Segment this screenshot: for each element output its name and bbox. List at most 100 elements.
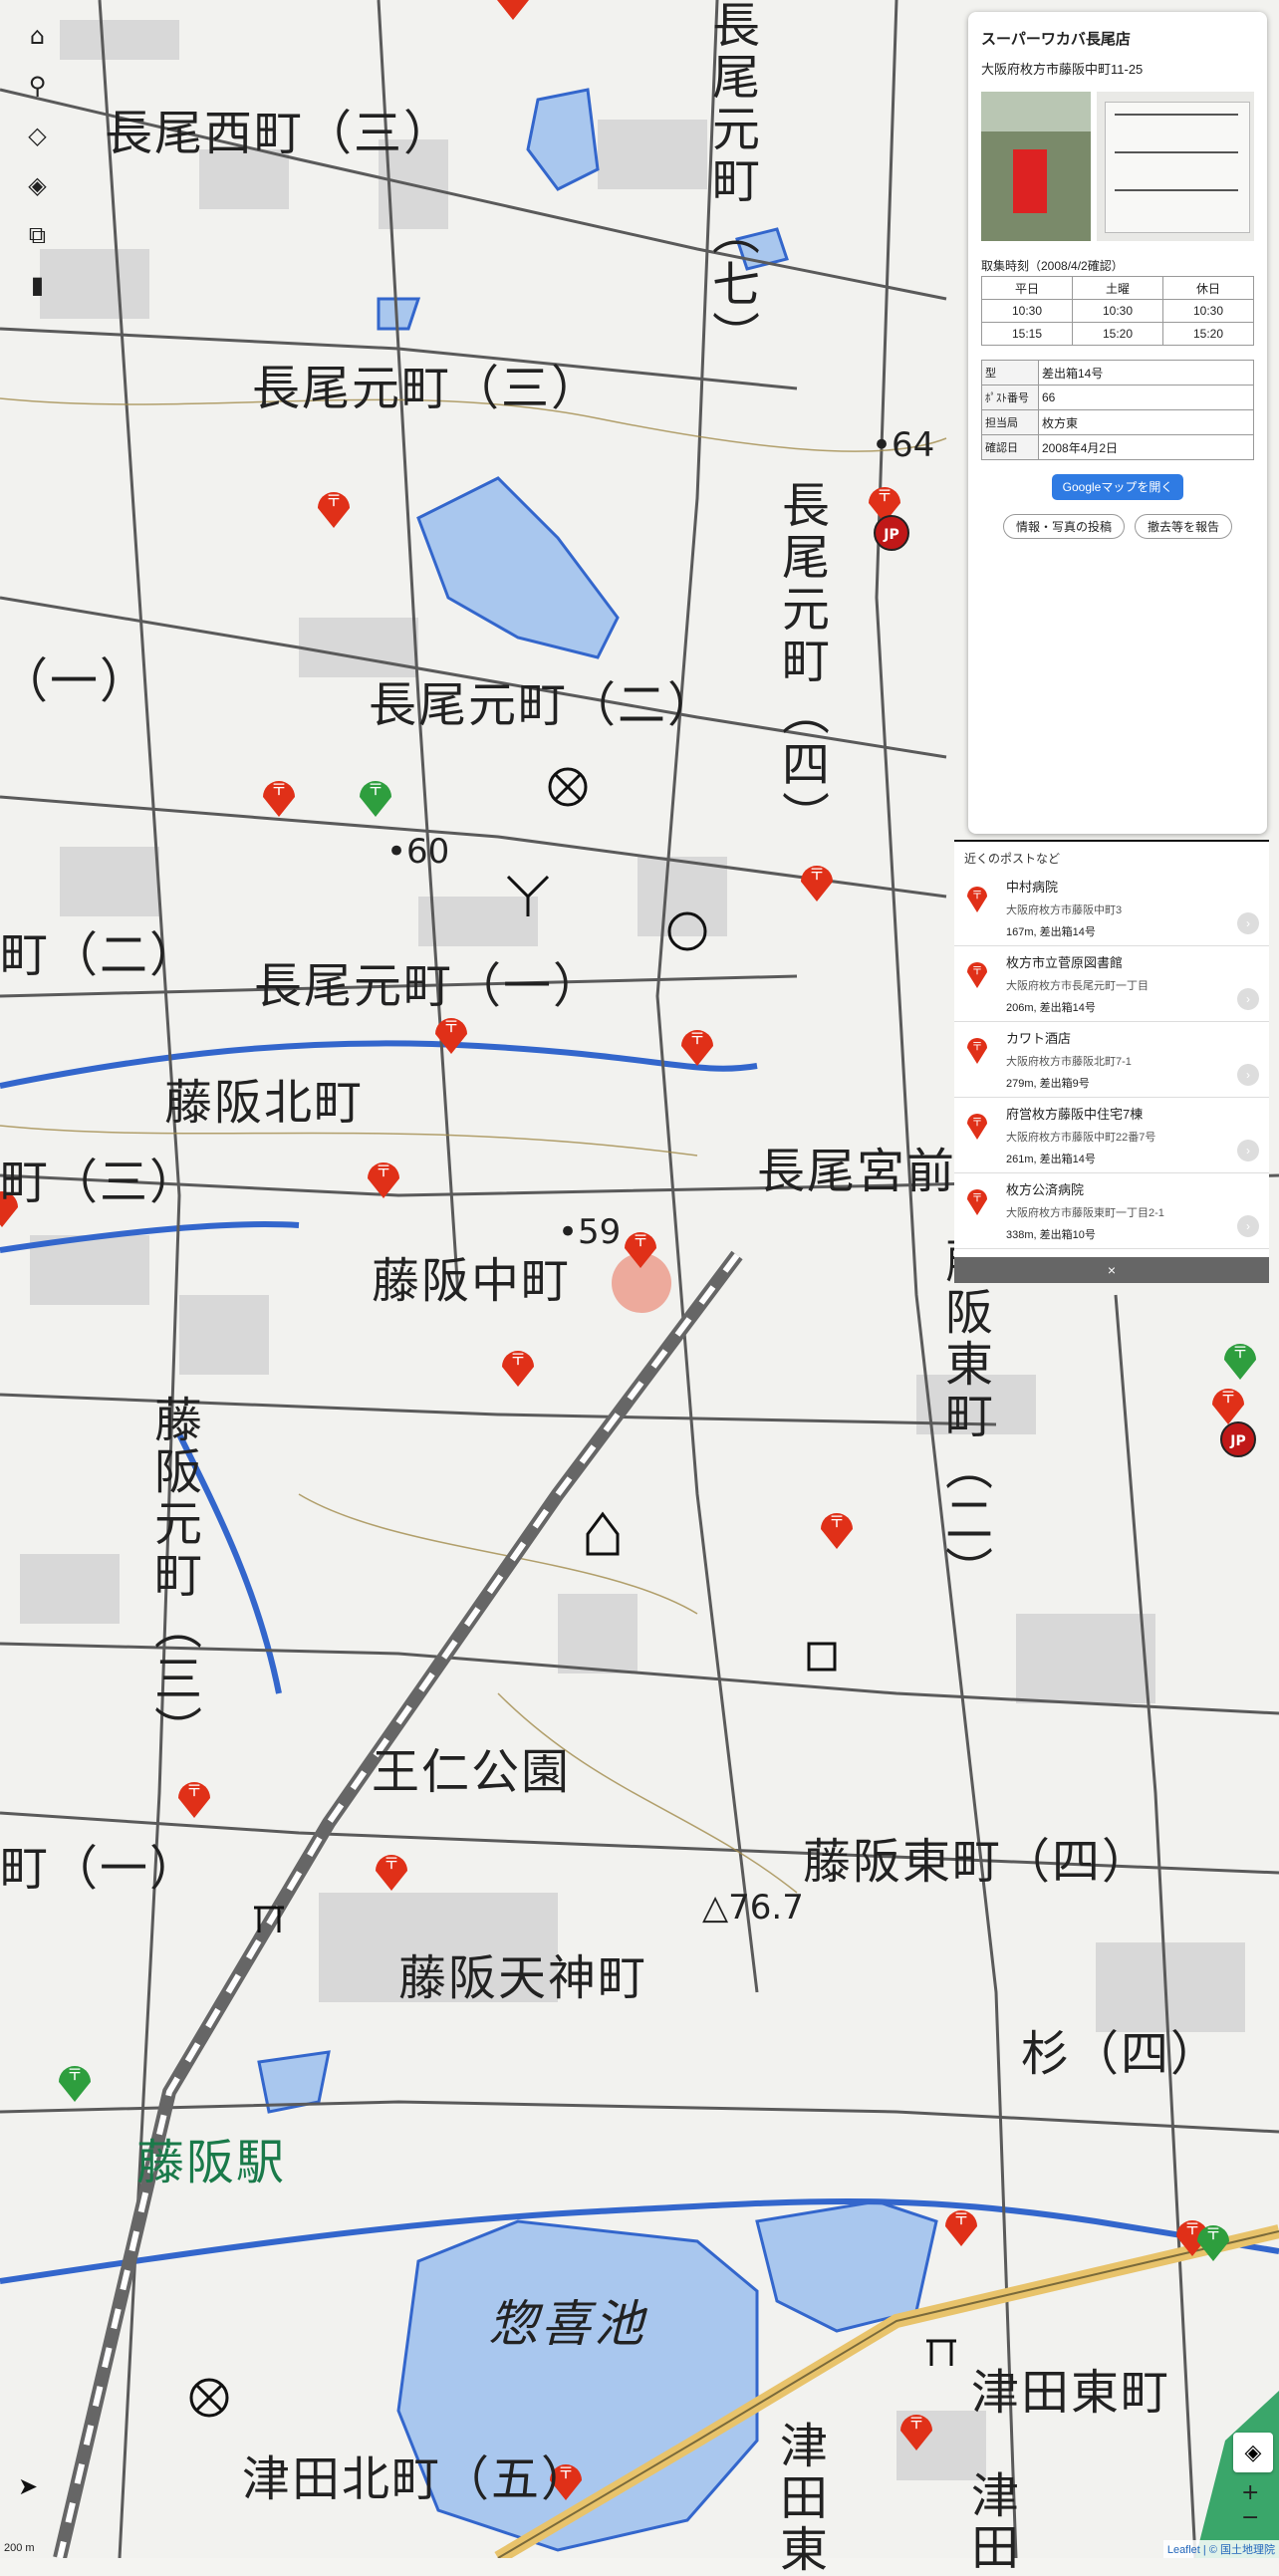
svg-text:〒: 〒 [689,1029,705,1048]
postbox-pin-icon: 〒 [967,1114,987,1140]
postbox-pin-icon: 〒 [967,1038,987,1064]
svg-text:〒: 〒 [368,780,384,799]
nearby-item-address: 大阪府枚方市藤阪東町一丁目2-1 [1006,1207,1164,1219]
collection-cell: 10:30 [981,299,1073,323]
nearby-item-address: 大阪府枚方市長尾元町一丁目 [1006,980,1149,992]
zoom-out-button[interactable]: − [1241,2505,1259,2530]
svg-text:〒: 〒 [67,2065,83,2084]
chevron-icon[interactable]: › [1237,1140,1259,1161]
nearby-item-address: 大阪府枚方市藤阪中町22番7号 [1006,1132,1156,1144]
nearby-item[interactable]: 〒 中村病院 大阪府枚方市藤阪中町3 167m, 差出箱14号 › [954,871,1269,946]
place-label-sokiike: 惣喜池 [488,2295,646,2353]
report-removal-button[interactable]: 撤去等を報告 [1135,514,1233,539]
chevron-icon[interactable]: › [1237,988,1259,1010]
svg-text:〒: 〒 [972,1191,983,1204]
place-label-fujisaka-kita: 藤阪北町 [164,1075,365,1131]
svg-text:〒: 〒 [376,1161,391,1180]
home-icon[interactable]: ⌂ [15,12,60,60]
svg-text:〒: 〒 [384,1854,399,1873]
attribution[interactable]: Leaflet | © 国土地理院 [1162,2540,1279,2558]
post-info-button[interactable]: 情報・写真の投稿 [1002,514,1125,539]
detail-value: 枚方東 [1038,409,1254,435]
place-label-elev-64: •64 [872,425,935,465]
postbox-address: 大阪府枚方市藤阪中町11-25 [981,62,1144,77]
details-table: 型差出箱14号 ﾎﾟｽﾄ番号 66 担当局 枚方東 確認日 2008年4月2日 [981,360,1254,460]
postbox-pin-icon: 〒 [967,1189,987,1215]
place-label-left-2: 町（二） [0,927,200,983]
layers-alt-icon[interactable]: ◈ [15,161,60,209]
open-google-maps-button[interactable]: Googleマップを開く [1052,474,1183,500]
collection-time-photo[interactable] [1097,92,1254,241]
nearby-item[interactable]: 〒 府営枚方藤阪中住宅7棟 大阪府枚方市藤阪中町22番7号 261m, 差出箱14号 › [954,1098,1269,1173]
svg-text:〒: 〒 [877,486,893,505]
svg-text:JP: JP [1229,1433,1245,1449]
place-label-tsuda-v1: 津田東 [771,2421,827,2576]
svg-text:〒: 〒 [186,1781,202,1800]
stack-icon[interactable]: ⧉ [15,211,60,259]
chevron-icon[interactable]: › [1237,1215,1259,1237]
scale-bar: 200 m [4,2542,35,2554]
collection-header: 休日 [1162,276,1254,300]
collection-heading: 取集時刻（2008/4/2確認） [981,259,1124,273]
place-label-fujisaka-station: 藤阪駅 [136,2135,287,2190]
place-label-tsuda-higashi: 津田東町 [971,2365,1171,2421]
svg-text:〒: 〒 [633,1231,648,1250]
place-label-elev-76: △76.7 [702,1888,804,1928]
nearby-item[interactable]: 〒 枚方市立菅原図書館大阪府枚方市長尾元町一丁目 206m, 差出箱14号 › [954,946,1269,1022]
svg-text:〒: 〒 [972,964,983,977]
collection-cell: 15:20 [1072,322,1163,346]
nearby-item-name: 中村病院 [1006,880,1059,895]
place-label-fujisaka-tenjin: 藤阪天神町 [398,1950,648,2006]
chevron-icon[interactable]: › [1237,912,1259,934]
detail-value: 2008年4月2日 [1038,434,1254,460]
locate-icon[interactable]: ➤ [18,2472,38,2500]
map-toolbar: ⌂ ⚲ ◇ ◈ ⧉ ▮ [15,12,60,309]
collection-cell: 15:15 [981,322,1073,346]
nearby-item-name: 枚方市立菅原図書館 [1006,955,1124,970]
svg-text:〒: 〒 [908,2414,924,2433]
svg-text:〒: 〒 [972,1116,983,1129]
detail-key: ﾎﾟｽﾄ番号 [981,385,1039,410]
user-icon[interactable]: ⚲ [15,62,60,110]
postbox-photo[interactable] [981,92,1092,241]
place-label-fujisaka-naka: 藤阪中町 [372,1253,572,1309]
nearby-item-meta: 261m, 差出箱14号 [1006,1154,1096,1165]
place-label-wani-park: 王仁公園 [372,1744,572,1800]
place-label-nagao-moto-2: 長尾元町（二） [369,677,718,733]
nearby-item[interactable]: 〒 枚方公済病院 大阪府枚方市藤阪東町一丁目2-1 338m, 差出箱10号 › [954,1173,1269,1249]
postbox-title: スーパーワカバ長尾店 [981,31,1131,48]
postbox-icon[interactable]: ▮ [15,261,60,309]
nearby-item-meta: 206m, 差出箱14号 [1006,1002,1096,1014]
svg-text:〒: 〒 [1220,1388,1236,1407]
place-label-tsuda-v2: 津田 [962,2470,1018,2574]
detail-value: 差出箱14号 [1038,360,1254,386]
postbox-pin-icon: 〒 [967,887,987,912]
place-label-nagao-moto-4: 長尾元町（四） [773,480,829,843]
zoom-in-button[interactable]: + [1241,2480,1259,2505]
svg-text:〒: 〒 [510,1350,526,1369]
detail-key: 確認日 [981,434,1039,460]
place-label-elev-59: •59 [558,1212,622,1252]
nearby-item-name: カワト酒店 [1006,1031,1072,1046]
place-label-nagao-miya: 長尾宮前 [757,1144,957,1199]
collection-cell: 15:20 [1162,322,1254,346]
chevron-icon[interactable]: › [1237,1064,1259,1086]
place-label-nagao-moto-3: 長尾元町（三） [252,361,602,416]
svg-text:〒: 〒 [1184,2219,1200,2238]
svg-text:JP: JP [883,527,898,543]
close-nearby-button[interactable]: × [954,1257,1269,1283]
nearby-item-meta: 167m, 差出箱14号 [1006,926,1096,938]
place-label-tsuda-kita: 津田北町（五） [242,2451,592,2507]
nearby-item-meta: 338m, 差出箱10号 [1006,1229,1096,1241]
layers-control-icon[interactable]: ◈ [1233,2433,1273,2472]
svg-text:〒: 〒 [326,491,342,510]
svg-text:〒: 〒 [809,865,825,884]
layers-icon[interactable]: ◇ [15,112,60,159]
svg-text:〒: 〒 [829,1512,845,1531]
nearby-item[interactable]: 〒 カワト酒店 大阪府枚方市藤阪北町7-1 279m, 差出箱9号 › [954,1022,1269,1098]
place-label-fujisaka-higashi-4: 藤阪東町（四） [803,1834,1152,1890]
postbox-info-panel: スーパーワカバ長尾店 大阪府枚方市藤阪中町11-25 取集時刻（2008/4/2… [968,12,1267,834]
place-label-left-1a: （一） [0,653,150,709]
nearby-item-address: 大阪府枚方市藤阪北町7-1 [1006,1056,1132,1068]
nearby-item-name: 府営枚方藤阪中住宅7棟 [1006,1107,1144,1122]
